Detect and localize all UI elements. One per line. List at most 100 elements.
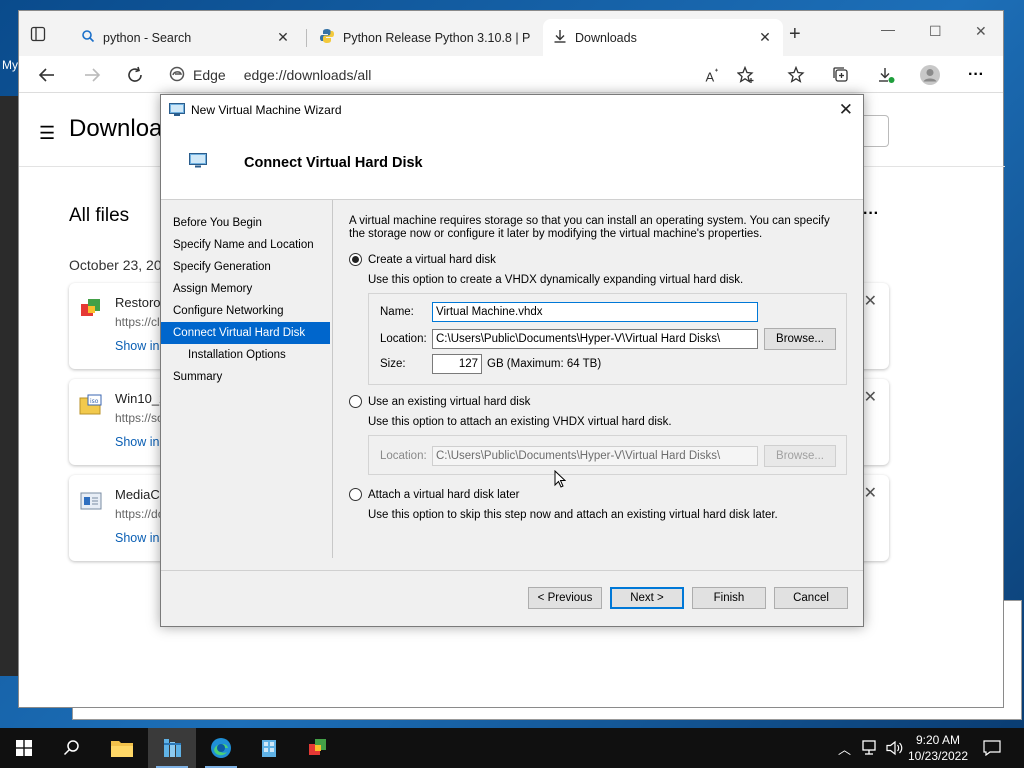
volume-icon[interactable]: [886, 728, 904, 768]
tab-title: Downloads: [575, 30, 637, 45]
maximize-icon[interactable]: ☐: [929, 23, 942, 40]
size-label: Size:: [380, 358, 406, 370]
download-url: https://so: [115, 411, 164, 425]
step-specify-name-location[interactable]: Specify Name and Location: [161, 234, 330, 256]
desktop-icon-label[interactable]: My: [2, 58, 18, 72]
step-specify-generation[interactable]: Specify Generation: [161, 256, 330, 278]
start-button-icon[interactable]: [0, 728, 48, 768]
add-favorite-icon[interactable]: [735, 64, 757, 86]
create-vhd-fields: Name: Virtual Machine.vhdx Location: C:\…: [368, 293, 847, 385]
downloads-icon[interactable]: [875, 64, 897, 86]
restoro-icon[interactable]: [294, 728, 342, 768]
location-label: Location:: [380, 333, 427, 345]
collections-icon[interactable]: [830, 64, 852, 86]
next-button[interactable]: Next >: [610, 587, 684, 609]
existing-location-input[interactable]: C:\Users\Public\Documents\Hyper-V\Virtua…: [432, 446, 758, 466]
taskbar: ︿ 9:20 AM 10/23/2022: [0, 728, 1024, 768]
iso-file-icon: iso: [79, 393, 103, 417]
address-bar: Edge edge://downloads/all Aᐩ ···: [19, 56, 1003, 93]
show-hidden-icons-icon[interactable]: ︿: [838, 728, 851, 768]
dialog-titlebar: New Virtual Machine Wizard ✕: [161, 95, 863, 125]
notification-icon[interactable]: [983, 728, 1001, 768]
url-field[interactable]: Edge edge://downloads/all: [169, 62, 371, 88]
show-in-folder-link[interactable]: Show in: [115, 339, 159, 353]
close-icon[interactable]: ✕: [839, 100, 853, 120]
existing-location-row: Location: C:\Users\Public\Documents\Hype…: [380, 445, 836, 467]
download-icon: [553, 29, 567, 46]
refresh-icon[interactable]: [124, 64, 146, 86]
existing-vhd-radio[interactable]: Use an existing virtual hard disk: [349, 395, 530, 408]
tab-actions-icon[interactable]: [29, 25, 47, 43]
show-in-folder-link[interactable]: Show in: [115, 435, 159, 449]
favorites-icon[interactable]: [785, 64, 807, 86]
step-assign-memory[interactable]: Assign Memory: [161, 278, 330, 300]
remove-download-icon[interactable]: ✕: [864, 387, 877, 407]
step-connect-virtual-hard-disk[interactable]: Connect Virtual Hard Disk: [161, 322, 330, 344]
back-icon[interactable]: [36, 64, 58, 86]
size-unit-label: GB (Maximum: 64 TB): [487, 358, 602, 370]
restoro-icon: [79, 297, 103, 321]
download-name[interactable]: Restoro: [115, 295, 161, 310]
previous-button[interactable]: < Previous: [528, 587, 602, 609]
existing-vhd-fields: Location: C:\Users\Public\Documents\Hype…: [368, 435, 847, 475]
step-configure-networking[interactable]: Configure Networking: [161, 300, 330, 322]
dialog-title: New Virtual Machine Wizard: [191, 103, 342, 117]
system-clock[interactable]: 9:20 AM 10/23/2022: [905, 732, 971, 764]
vhd-location-input[interactable]: C:\Users\Public\Documents\Hyper-V\Virtua…: [432, 329, 758, 349]
radio-unselected[interactable]: [349, 488, 362, 501]
name-label: Name:: [380, 306, 414, 318]
edge-browser-icon[interactable]: [197, 728, 245, 768]
forward-icon[interactable]: [81, 64, 103, 86]
close-window-icon[interactable]: ✕: [975, 23, 987, 40]
python-icon: [319, 28, 335, 47]
remove-download-icon[interactable]: ✕: [864, 291, 877, 311]
hyper-v-app-icon[interactable]: [245, 728, 293, 768]
close-icon[interactable]: ✕: [275, 29, 291, 46]
vhd-size-input[interactable]: 127: [432, 354, 482, 374]
step-before-you-begin[interactable]: Before You Begin: [161, 212, 330, 234]
remove-download-icon[interactable]: ✕: [864, 483, 877, 503]
wizard-steps-nav: Before You Begin Specify Name and Locati…: [161, 200, 333, 558]
hyper-v-manager-icon[interactable]: [148, 728, 196, 768]
download-name[interactable]: Win10_2: [115, 391, 166, 406]
minimize-icon[interactable]: —: [881, 21, 895, 37]
more-options-icon[interactable]: ···: [863, 205, 879, 223]
network-icon[interactable]: [862, 728, 880, 768]
browse-button-disabled[interactable]: Browse...: [764, 445, 836, 467]
download-name[interactable]: MediaCr: [115, 487, 164, 502]
svg-text:iso: iso: [90, 398, 99, 405]
tab-downloads[interactable]: Downloads ✕: [543, 19, 783, 56]
dialog-banner: Connect Virtual Hard Disk: [161, 125, 863, 200]
vhd-name-input[interactable]: Virtual Machine.vhdx: [432, 302, 758, 322]
close-icon[interactable]: ✕: [757, 29, 773, 46]
cancel-button[interactable]: Cancel: [774, 587, 848, 609]
step-installation-options[interactable]: Installation Options: [161, 344, 330, 366]
existing-vhd-desc: Use this option to attach an existing VH…: [368, 416, 672, 428]
attach-later-desc: Use this option to skip this step now an…: [368, 509, 778, 521]
create-vhd-radio[interactable]: Create a virtual hard disk: [349, 253, 496, 266]
step-summary[interactable]: Summary: [161, 366, 330, 388]
name-row: Name: Virtual Machine.vhdx: [380, 302, 758, 322]
browse-button[interactable]: Browse...: [764, 328, 836, 350]
radio-unselected[interactable]: [349, 395, 362, 408]
clock-time: 9:20 AM: [915, 733, 961, 747]
new-tab-icon[interactable]: +: [789, 24, 801, 44]
search-icon[interactable]: [48, 728, 96, 768]
radio-selected[interactable]: [349, 253, 362, 266]
tab-python-release[interactable]: Python Release Python 3.10.8 | P: [309, 19, 541, 56]
tab-search[interactable]: python - Search ✕: [71, 19, 301, 56]
download-url: https://do: [115, 507, 165, 521]
file-explorer-icon[interactable]: [98, 728, 146, 768]
attach-later-radio[interactable]: Attach a virtual hard disk later: [349, 488, 520, 501]
page-title: Connect Virtual Hard Disk: [244, 155, 423, 171]
location-row: Location: C:\Users\Public\Documents\Hype…: [380, 328, 836, 350]
read-aloud-icon[interactable]: Aᐩ: [701, 64, 723, 86]
menu-icon[interactable]: ☰: [39, 123, 55, 144]
show-in-folder-link[interactable]: Show in: [115, 531, 159, 545]
wizard-content: A virtual machine requires storage so th…: [349, 215, 847, 521]
tab-bar: python - Search ✕ Python Release Python …: [19, 11, 1003, 56]
finish-button[interactable]: Finish: [692, 587, 766, 609]
edge-icon: [169, 66, 185, 85]
profile-avatar-icon[interactable]: [919, 64, 941, 86]
more-icon[interactable]: ···: [965, 64, 987, 86]
